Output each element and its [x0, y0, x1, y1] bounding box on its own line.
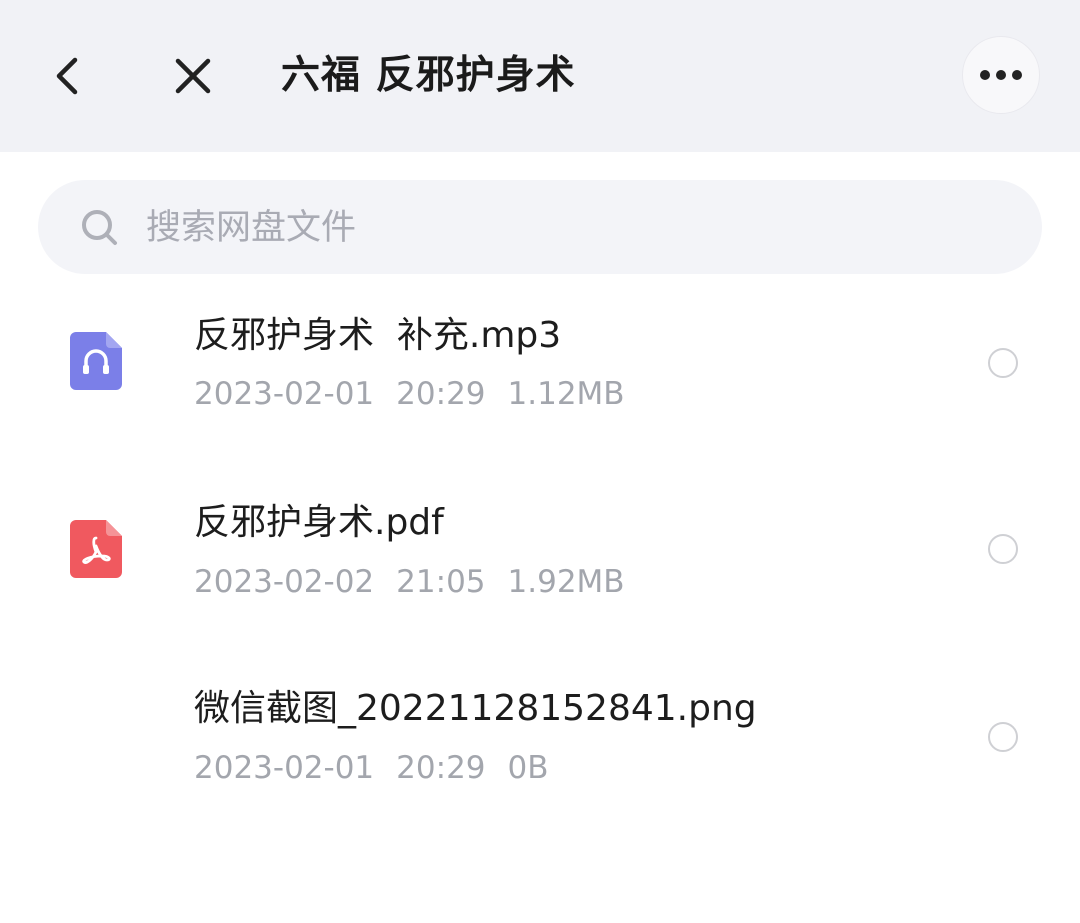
file-meta: 2023-02-01 20:29 1.12MB: [194, 372, 625, 416]
close-icon: [175, 58, 211, 94]
file-name: 反邪护身术.pdf: [194, 502, 444, 543]
file-date: 2023-02-01: [194, 376, 375, 412]
file-size: 0B: [507, 750, 549, 786]
file-date: 2023-02-02: [194, 564, 375, 600]
file-name: 反邪护身术 补充.mp3: [194, 315, 562, 356]
more-options-button[interactable]: [962, 36, 1040, 114]
more-dots-icon: [980, 70, 1022, 80]
chevron-left-icon: [56, 57, 78, 95]
file-name: 微信截图_20221128152841.png: [194, 688, 757, 729]
file-size: 1.92MB: [507, 564, 625, 600]
search-input[interactable]: [146, 198, 1006, 258]
close-button[interactable]: [164, 46, 222, 106]
select-checkbox[interactable]: [988, 348, 1018, 378]
top-bar: 六福 反邪护身术: [0, 0, 1080, 152]
file-time: 21:05: [396, 564, 486, 600]
file-row[interactable]: 微信截图_20221128152841.png 2023-02-01 20:29…: [0, 666, 1080, 852]
select-checkbox[interactable]: [988, 534, 1018, 564]
file-date: 2023-02-01: [194, 750, 375, 786]
file-meta: 2023-02-01 20:29 0B: [194, 746, 549, 790]
file-time: 20:29: [396, 750, 486, 786]
select-checkbox[interactable]: [988, 722, 1018, 752]
file-row[interactable]: 反邪护身术 补充.mp3 2023-02-01 20:29 1.12MB: [0, 292, 1080, 478]
search-icon: [82, 210, 117, 245]
file-size: 1.12MB: [507, 376, 625, 412]
file-meta: 2023-02-02 21:05 1.92MB: [194, 560, 625, 604]
pdf-file-icon: [70, 520, 122, 578]
file-row[interactable]: 反邪护身术.pdf 2023-02-02 21:05 1.92MB: [0, 478, 1080, 664]
back-button[interactable]: [40, 46, 96, 106]
audio-file-icon: [70, 332, 122, 390]
page-title: 六福 反邪护身术: [281, 53, 576, 98]
file-time: 20:29: [396, 376, 486, 412]
